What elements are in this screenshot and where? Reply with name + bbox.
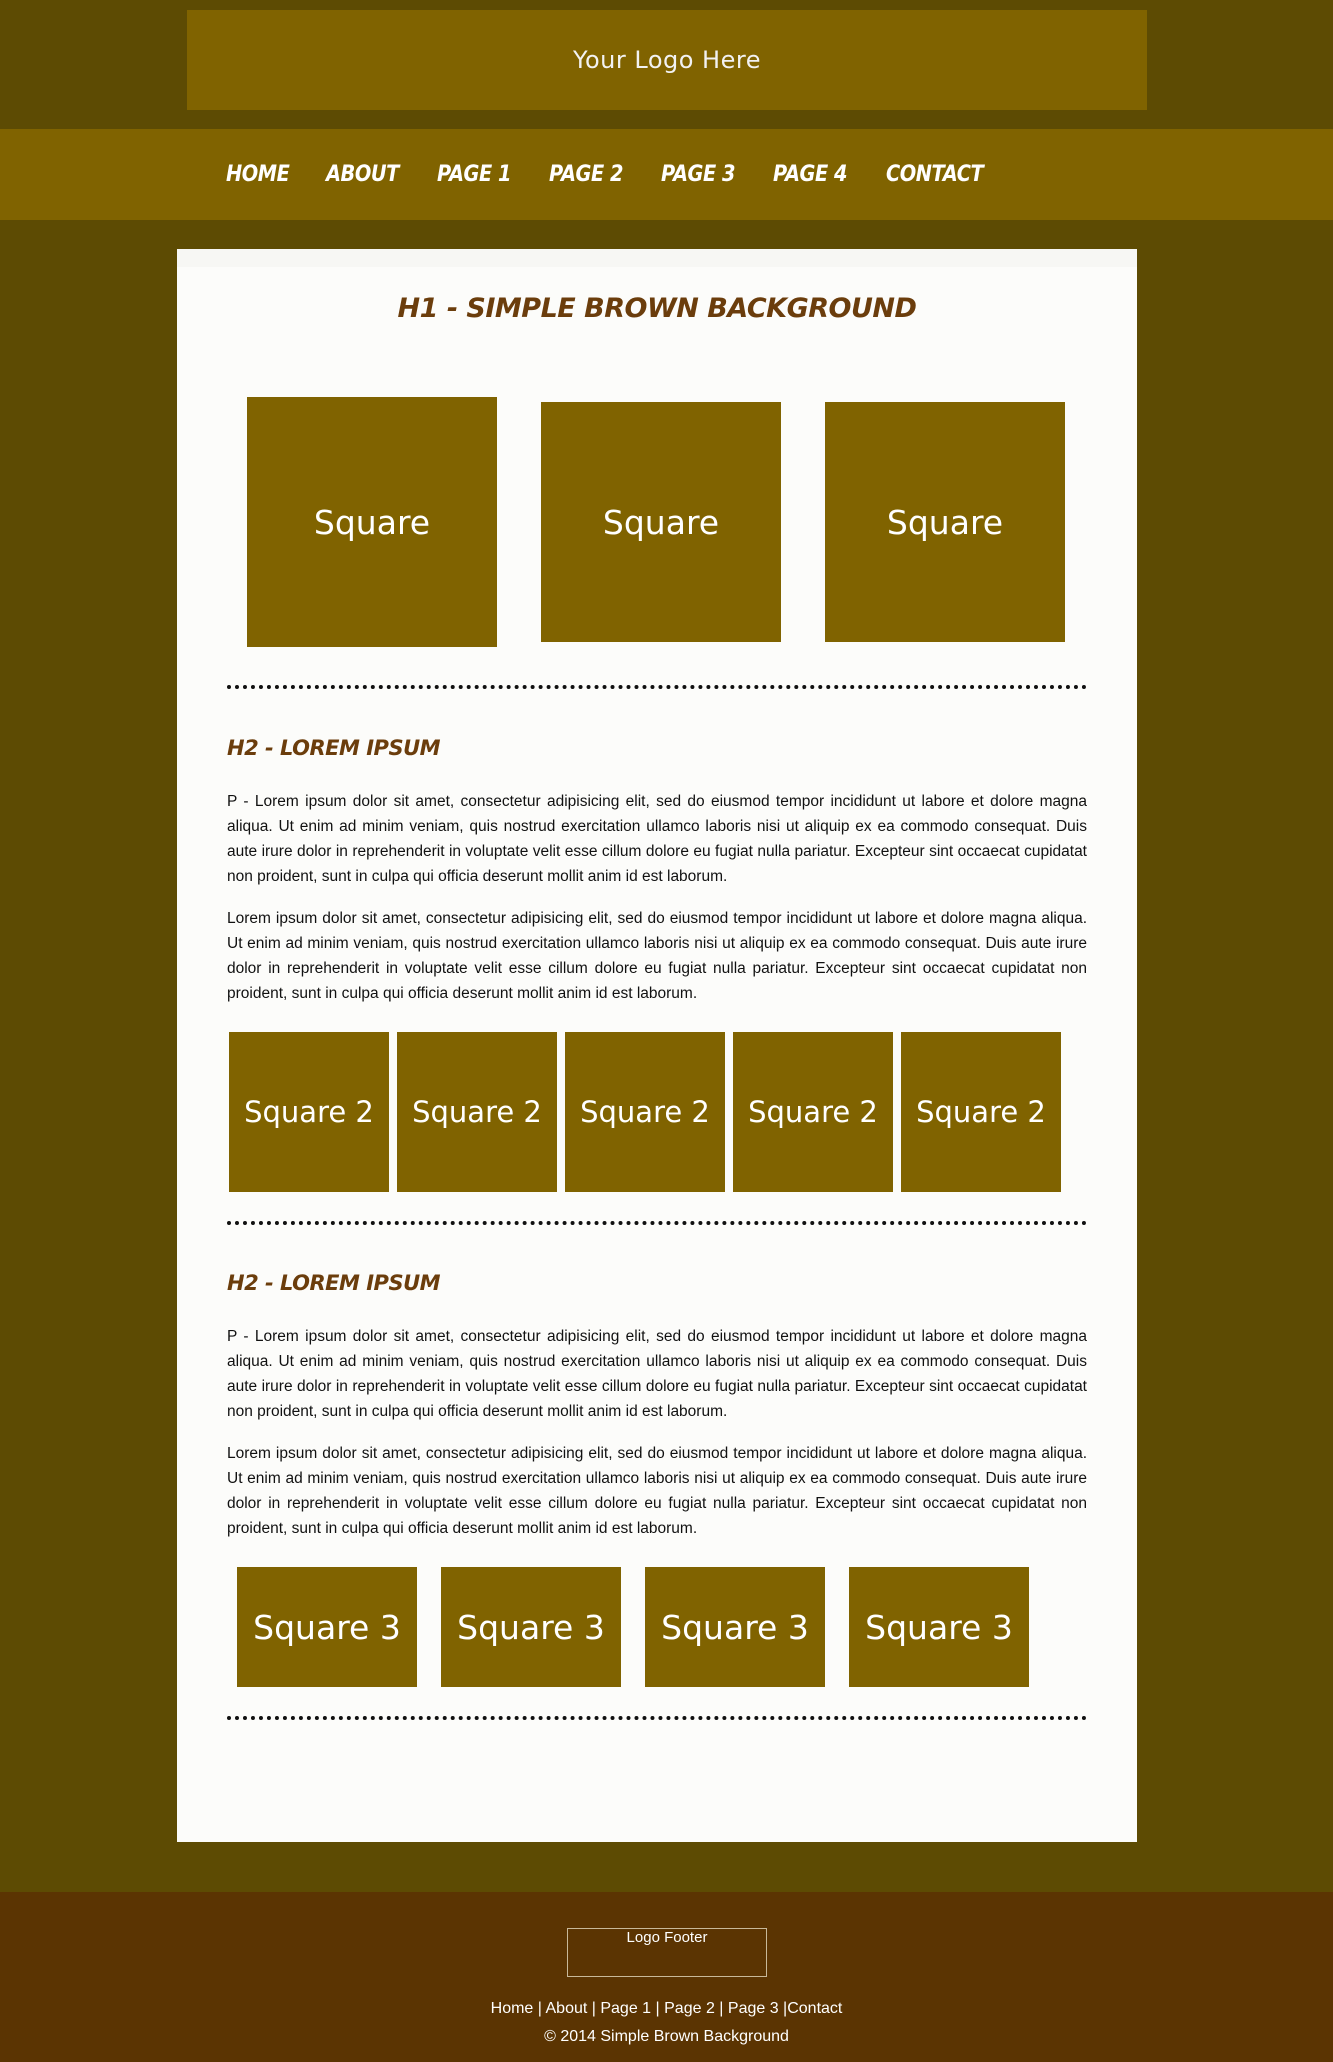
footer-link-contact[interactable]: Contact (787, 2000, 842, 2017)
square-box: Square (825, 402, 1065, 642)
footer-link-about[interactable]: About (546, 2000, 588, 2017)
footer-logo[interactable]: Logo Footer (567, 1928, 767, 1977)
footer-link-home[interactable]: Home (491, 2000, 534, 2017)
footer-copyright: © 2014 Simple Brown Background (544, 2028, 789, 2045)
main-nav-bar: Home About Page 1 Page 2 Page 3 Page 4 C… (0, 129, 1333, 220)
nav-item: Page 4 (773, 162, 885, 187)
footer-link-page-3[interactable]: Page 3 (728, 2000, 779, 2017)
page-title: H1 - Simple Brown Background (397, 293, 917, 324)
footer-separator: | (714, 2000, 728, 2017)
square-3-box: Square 3 (645, 1567, 825, 1687)
square-box: Square (541, 402, 781, 642)
site-header: Your Logo Here (0, 0, 1333, 129)
nav-item: About (326, 162, 437, 187)
nav-item: Contact (886, 162, 1025, 187)
section-2-paragraph-2: Lorem ipsum dolor sit amet, consectetur … (227, 1445, 1087, 1537)
section-1-paragraph-1: P - Lorem ipsum dolor sit amet, consecte… (227, 793, 1087, 885)
square-2-box: Square 2 (733, 1032, 893, 1192)
dotted-divider (227, 1716, 1087, 1720)
nav-link-page-2[interactable]: Page 2 (549, 162, 624, 187)
nav-item: Page 3 (661, 162, 773, 187)
content-top-strip (177, 249, 1137, 267)
site-logo[interactable]: Your Logo Here (187, 10, 1147, 110)
square-3-box: Square 3 (237, 1567, 417, 1687)
square-2-box: Square 2 (397, 1032, 557, 1192)
nav-link-home[interactable]: Home (226, 162, 290, 187)
section-2-paragraph-1: P - Lorem ipsum dolor sit amet, consecte… (227, 1328, 1087, 1420)
footer-link-page-1[interactable]: Page 1 (600, 2000, 651, 2017)
square-box: Square (247, 397, 497, 647)
section-1-paragraph-2: Lorem ipsum dolor sit amet, consectetur … (227, 910, 1087, 1002)
square-2-box: Square 2 (565, 1032, 725, 1192)
footer-separator: | (651, 2000, 665, 2017)
nav-item: Page 1 (437, 162, 549, 187)
main-content-panel: H1 - Simple Brown Background Square Squa… (177, 249, 1137, 1842)
nav-item: Page 2 (549, 162, 661, 187)
footer-nav: Home | About | Page 1 | Page 2 | Page 3 … (0, 2000, 1333, 2018)
site-footer: Logo Footer Home | About | Page 1 | Page… (0, 1892, 1333, 2062)
nav-link-contact[interactable]: Contact (886, 162, 984, 187)
nav-item: Home (226, 162, 326, 187)
dotted-divider (227, 685, 1087, 689)
nav-link-page-4[interactable]: Page 4 (773, 162, 848, 187)
main-nav-menu: Home About Page 1 Page 2 Page 3 Page 4 C… (226, 129, 1024, 220)
footer-separator: | (778, 2000, 788, 2017)
dotted-divider (227, 1221, 1087, 1225)
section-2-heading: H2 - Lorem Ipsum (227, 1271, 441, 1295)
nav-link-page-3[interactable]: Page 3 (661, 162, 736, 187)
footer-separator: | (587, 2000, 601, 2017)
square-3-box: Square 3 (441, 1567, 621, 1687)
section-1-heading: H2 - Lorem Ipsum (227, 736, 441, 760)
square-2-box: Square 2 (229, 1032, 389, 1192)
nav-link-page-1[interactable]: Page 1 (437, 162, 512, 187)
footer-separator: | (533, 2000, 546, 2017)
square-3-box: Square 3 (849, 1567, 1029, 1687)
footer-link-page-2[interactable]: Page 2 (664, 2000, 715, 2017)
square-2-box: Square 2 (901, 1032, 1061, 1192)
nav-link-about[interactable]: About (326, 162, 399, 187)
